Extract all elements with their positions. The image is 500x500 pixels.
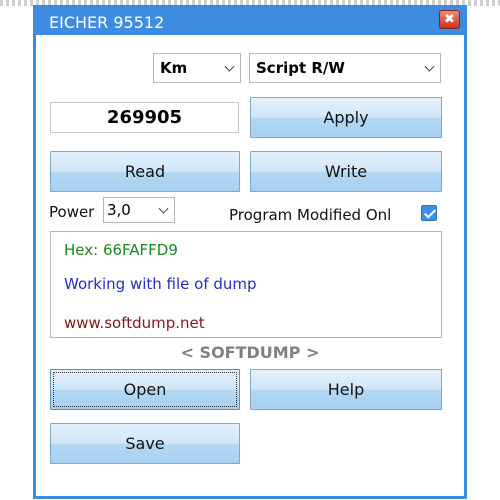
save-button[interactable]: Save xyxy=(50,423,240,464)
unit-select[interactable]: Km xyxy=(153,53,241,83)
power-select[interactable]: 3,0 xyxy=(103,197,175,223)
brand-label: < SOFTDUMP > xyxy=(180,343,320,362)
mode-select-value: Script R/W xyxy=(256,59,345,77)
open-button[interactable]: Open xyxy=(50,369,240,410)
client-area: Km Script R/W 269905 Apply Read Write Po… xyxy=(36,35,464,496)
chevron-down-icon xyxy=(158,203,169,214)
program-modified-checkbox[interactable] xyxy=(421,205,437,221)
odometer-value-input[interactable]: 269905 xyxy=(50,102,239,133)
info-panel: Hex: 66FAFFD9 Working with file of dump … xyxy=(50,231,442,338)
program-modified-label: Program Modified Onl xyxy=(229,206,392,224)
write-button[interactable]: Write xyxy=(250,151,442,192)
read-button[interactable]: Read xyxy=(50,151,240,192)
chevron-down-icon xyxy=(224,61,235,72)
power-select-value: 3,0 xyxy=(107,201,131,219)
website-link[interactable]: www.softdump.net xyxy=(64,314,205,332)
status-message: Working with file of dump xyxy=(64,275,257,293)
close-icon: ✖ xyxy=(444,12,455,27)
unit-select-value: Km xyxy=(160,59,188,77)
chevron-down-icon xyxy=(424,61,435,72)
mode-select[interactable]: Script R/W xyxy=(249,53,441,83)
help-button[interactable]: Help xyxy=(250,369,442,410)
window-title: EICHER 95512 xyxy=(49,13,165,32)
app-window: EICHER 95512 ✖ Km Script R/W 269905 Appl… xyxy=(33,5,467,499)
hex-readout: Hex: 66FAFFD9 xyxy=(64,241,178,259)
close-button[interactable]: ✖ xyxy=(439,10,460,29)
apply-button[interactable]: Apply xyxy=(250,97,442,138)
power-label: Power xyxy=(49,203,95,221)
